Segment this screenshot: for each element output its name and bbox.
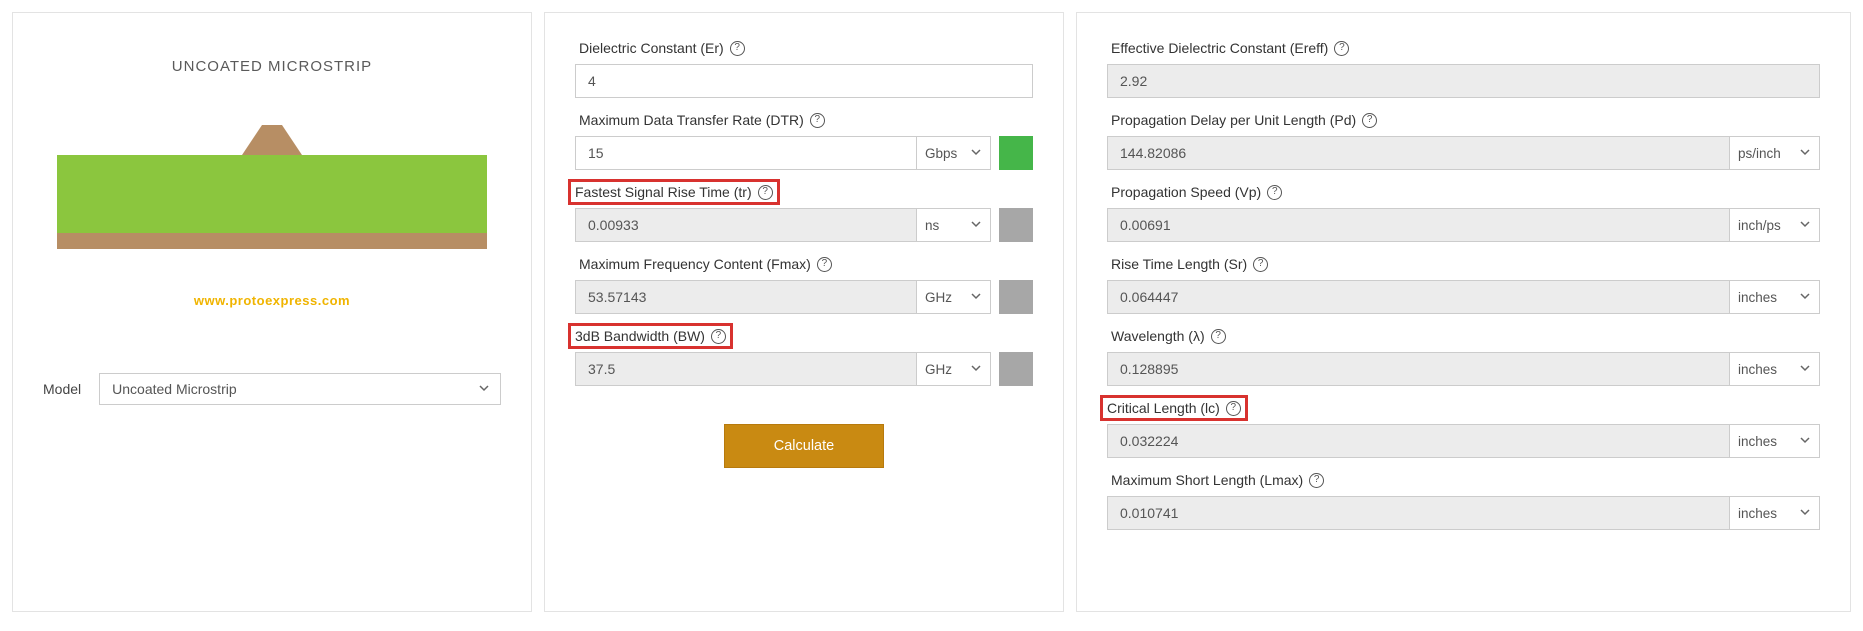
chevron-down-icon [478, 381, 490, 397]
help-icon[interactable]: ? [1211, 329, 1226, 344]
help-icon[interactable]: ? [730, 41, 745, 56]
model-select[interactable]: Uncoated Microstrip [99, 373, 501, 405]
chevron-down-icon [1799, 290, 1811, 305]
dtr-unit-select[interactable]: Gbps [917, 136, 991, 170]
lc-unit-select[interactable]: inches [1730, 424, 1820, 458]
lambda-unit-select[interactable]: inches [1730, 352, 1820, 386]
chevron-down-icon [970, 218, 982, 233]
fmax-input[interactable]: 53.57143 [575, 280, 917, 314]
chevron-down-icon [970, 362, 982, 377]
model-select-value: Uncoated Microstrip [112, 381, 237, 397]
chevron-down-icon [1799, 506, 1811, 521]
dtr-label: Maximum Data Transfer Rate (DTR) ? [575, 110, 829, 130]
help-icon[interactable]: ? [810, 113, 825, 128]
tr-label: Fastest Signal Rise Time (tr) ? [571, 182, 777, 202]
fmax-status-indicator [999, 280, 1033, 314]
help-icon[interactable]: ? [1267, 185, 1282, 200]
watermark-text: www.protoexpress.com [43, 293, 501, 308]
chevron-down-icon [1799, 218, 1811, 233]
tr-input[interactable]: 0.00933 [575, 208, 917, 242]
lc-output: 0.032224 [1107, 424, 1730, 458]
pd-label: Propagation Delay per Unit Length (Pd) ? [1107, 110, 1381, 130]
tr-unit-select[interactable]: ns [917, 208, 991, 242]
sr-unit-select[interactable]: inches [1730, 280, 1820, 314]
vp-unit-select[interactable]: inch/ps [1730, 208, 1820, 242]
er-label: Dielectric Constant (Er) ? [575, 38, 749, 58]
bw-unit-select[interactable]: GHz [917, 352, 991, 386]
dtr-input[interactable]: 15 [575, 136, 917, 170]
dtr-status-indicator [999, 136, 1033, 170]
bw-label: 3dB Bandwidth (BW) ? [571, 326, 730, 346]
help-icon[interactable]: ? [817, 257, 832, 272]
lmax-unit-select[interactable]: inches [1730, 496, 1820, 530]
model-label: Model [43, 381, 81, 397]
panel-model: UNCOATED MICROSTRIP www.protoexpress.com… [12, 12, 532, 612]
chevron-down-icon [1799, 434, 1811, 449]
help-icon[interactable]: ? [1309, 473, 1324, 488]
chevron-down-icon [1799, 362, 1811, 377]
tr-status-indicator [999, 208, 1033, 242]
fmax-unit-select[interactable]: GHz [917, 280, 991, 314]
ereff-label: Effective Dielectric Constant (Ereff) ? [1107, 38, 1353, 58]
sr-output: 0.064447 [1107, 280, 1730, 314]
chevron-down-icon [970, 290, 982, 305]
er-input[interactable]: 4 [575, 64, 1033, 98]
fmax-label: Maximum Frequency Content (Fmax) ? [575, 254, 836, 274]
vp-output: 0.00691 [1107, 208, 1730, 242]
calculate-button[interactable]: Calculate [724, 424, 884, 468]
help-icon[interactable]: ? [711, 329, 726, 344]
ereff-output: 2.92 [1107, 64, 1820, 98]
model-title: UNCOATED MICROSTRIP [43, 58, 501, 75]
chevron-down-icon [970, 146, 982, 161]
diagram-trace [242, 125, 302, 155]
lambda-output: 0.128895 [1107, 352, 1730, 386]
pd-unit-select[interactable]: ps/inch [1730, 136, 1820, 170]
pd-output: 144.82086 [1107, 136, 1730, 170]
diagram-dielectric [57, 155, 487, 233]
diagram-ground [57, 233, 487, 249]
panel-inputs: Dielectric Constant (Er) ? 4 Maximum Dat… [544, 12, 1064, 612]
help-icon[interactable]: ? [1253, 257, 1268, 272]
bw-status-indicator [999, 352, 1033, 386]
help-icon[interactable]: ? [1334, 41, 1349, 56]
chevron-down-icon [1799, 146, 1811, 161]
help-icon[interactable]: ? [1362, 113, 1377, 128]
bw-input[interactable]: 37.5 [575, 352, 917, 386]
lambda-label: Wavelength (λ) ? [1107, 326, 1230, 346]
microstrip-diagram [57, 125, 487, 275]
vp-label: Propagation Speed (Vp) ? [1107, 182, 1286, 202]
panel-outputs: Effective Dielectric Constant (Ereff) ? … [1076, 12, 1851, 612]
lmax-output: 0.010741 [1107, 496, 1730, 530]
lc-label: Critical Length (lc) ? [1103, 398, 1245, 418]
lmax-label: Maximum Short Length (Lmax) ? [1107, 470, 1328, 490]
help-icon[interactable]: ? [1226, 401, 1241, 416]
help-icon[interactable]: ? [758, 185, 773, 200]
sr-label: Rise Time Length (Sr) ? [1107, 254, 1272, 274]
